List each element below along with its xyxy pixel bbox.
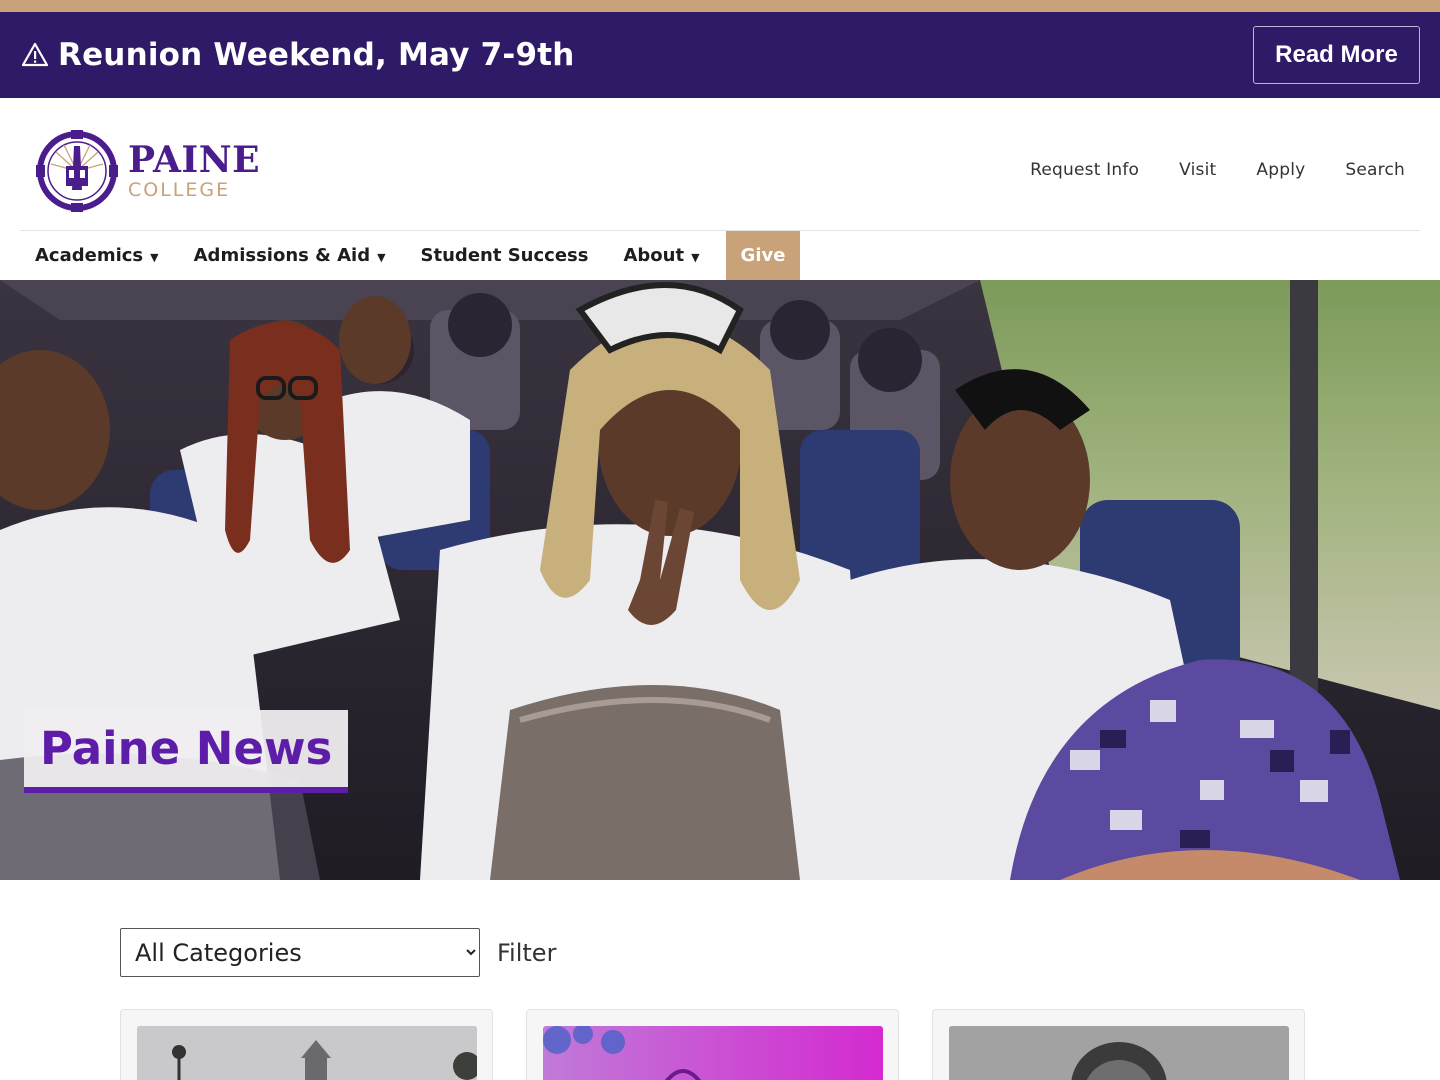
nav-student-success[interactable]: Student Success: [406, 231, 609, 280]
news-card-image: [137, 1026, 477, 1080]
nav-student-success-label: Student Success: [420, 245, 589, 266]
nav-give-label: Give: [740, 245, 786, 266]
nav-academics[interactable]: Academics ▼: [20, 231, 179, 280]
nav-give-button[interactable]: Give: [725, 231, 801, 280]
nav-about[interactable]: About ▼: [608, 231, 719, 280]
caret-down-icon: ▼: [691, 250, 700, 264]
nav-apply[interactable]: Apply: [1256, 160, 1305, 180]
news-cards: [120, 1009, 1305, 1080]
nav-about-label: About: [623, 245, 685, 266]
college-seal-icon: [36, 130, 118, 212]
utility-nav: Request Info Visit Apply Search: [1030, 160, 1405, 180]
news-card[interactable]: [526, 1009, 899, 1080]
nav-request-info[interactable]: Request Info: [1030, 160, 1139, 180]
alert-banner: Reunion Weekend, May 7-9th Read More: [0, 12, 1440, 98]
caret-down-icon: ▼: [377, 250, 386, 264]
category-select[interactable]: All Categories: [120, 928, 480, 977]
college-logo[interactable]: PAINE COLLEGE: [36, 130, 260, 212]
nav-admissions-aid-label: Admissions & Aid: [193, 245, 371, 266]
caret-down-icon: ▼: [150, 250, 159, 264]
nav-visit[interactable]: Visit: [1179, 160, 1216, 180]
main-nav: Academics ▼ Admissions & Aid ▼ Student S…: [20, 231, 801, 280]
hero-banner: Paine News: [0, 280, 1440, 880]
nav-search[interactable]: Search: [1345, 160, 1405, 180]
warning-icon: [22, 42, 48, 67]
logo-subname: COLLEGE: [128, 179, 231, 201]
alert-text: Reunion Weekend, May 7-9th: [58, 37, 575, 73]
site-header: PAINE COLLEGE Request Info Visit Apply S…: [0, 98, 1440, 231]
top-accent-stripe: [0, 0, 1440, 12]
news-card-image: [949, 1026, 1289, 1080]
news-card-image: [543, 1026, 883, 1080]
news-filter: All Categories Filter: [120, 928, 556, 977]
hero-title-box: Paine News: [24, 710, 349, 793]
nav-admissions-aid[interactable]: Admissions & Aid ▼: [179, 231, 406, 280]
nav-academics-label: Academics: [35, 245, 144, 266]
logo-wordmark: PAINE COLLEGE: [128, 142, 260, 200]
read-more-button[interactable]: Read More: [1253, 26, 1420, 84]
news-card[interactable]: [932, 1009, 1305, 1080]
news-card[interactable]: [120, 1009, 493, 1080]
logo-name: PAINE: [128, 139, 261, 181]
page-title: Paine News: [40, 722, 333, 775]
filter-button[interactable]: Filter: [497, 939, 556, 967]
